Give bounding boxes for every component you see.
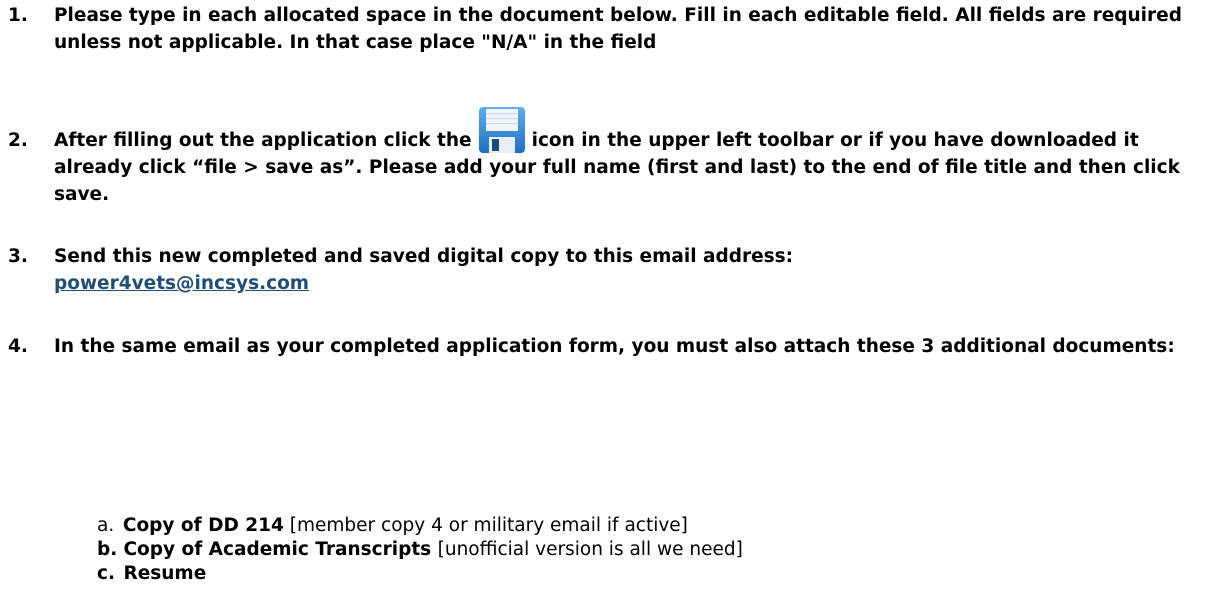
step-number: 3. <box>8 246 28 267</box>
item-title: Copy of Academic Transcripts <box>123 539 432 560</box>
item-note: [unofficial version is all we need] <box>437 539 743 560</box>
step-number: 1. <box>8 5 28 26</box>
step-text: After filling out the application click … <box>54 107 1208 208</box>
item-letter: a. <box>97 515 115 536</box>
item-title: Resume <box>123 563 207 584</box>
instructions-page: 1. Please type in each allocated space i… <box>0 0 1219 603</box>
email-link[interactable]: power4vets@incsys.com <box>54 273 309 294</box>
step-1: 1. Please type in each allocated space i… <box>8 2 1208 56</box>
item-title: Copy of DD 214 <box>122 515 284 536</box>
attachment-item-b: b. Copy of Academic Transcripts [unoffic… <box>97 539 1197 561</box>
step-number: 2. <box>8 130 28 151</box>
step-number: 4. <box>8 336 28 357</box>
step-text-main: Send this new completed and saved digita… <box>54 246 794 267</box>
item-letter: b. <box>97 539 118 560</box>
step-text: Send this new completed and saved digita… <box>54 243 1208 297</box>
step-4: 4. In the same email as your completed a… <box>8 333 1208 360</box>
item-note: [member copy 4 or military email if acti… <box>289 515 688 536</box>
step-2: 2. After filling out the application cli… <box>8 107 1208 208</box>
item-letter: c. <box>97 563 115 584</box>
step-text: Please type in each allocated space in t… <box>54 5 1182 53</box>
save-icon <box>478 106 526 154</box>
attachment-item-c: c. Resume <box>97 563 1197 585</box>
attachment-item-a: a. Copy of DD 214 [member copy 4 or mili… <box>97 515 1197 537</box>
step-text: In the same email as your completed appl… <box>54 336 1175 357</box>
step-3: 3. Send this new completed and saved dig… <box>8 243 1208 297</box>
step-text-before-icon: After filling out the application click … <box>54 130 472 151</box>
